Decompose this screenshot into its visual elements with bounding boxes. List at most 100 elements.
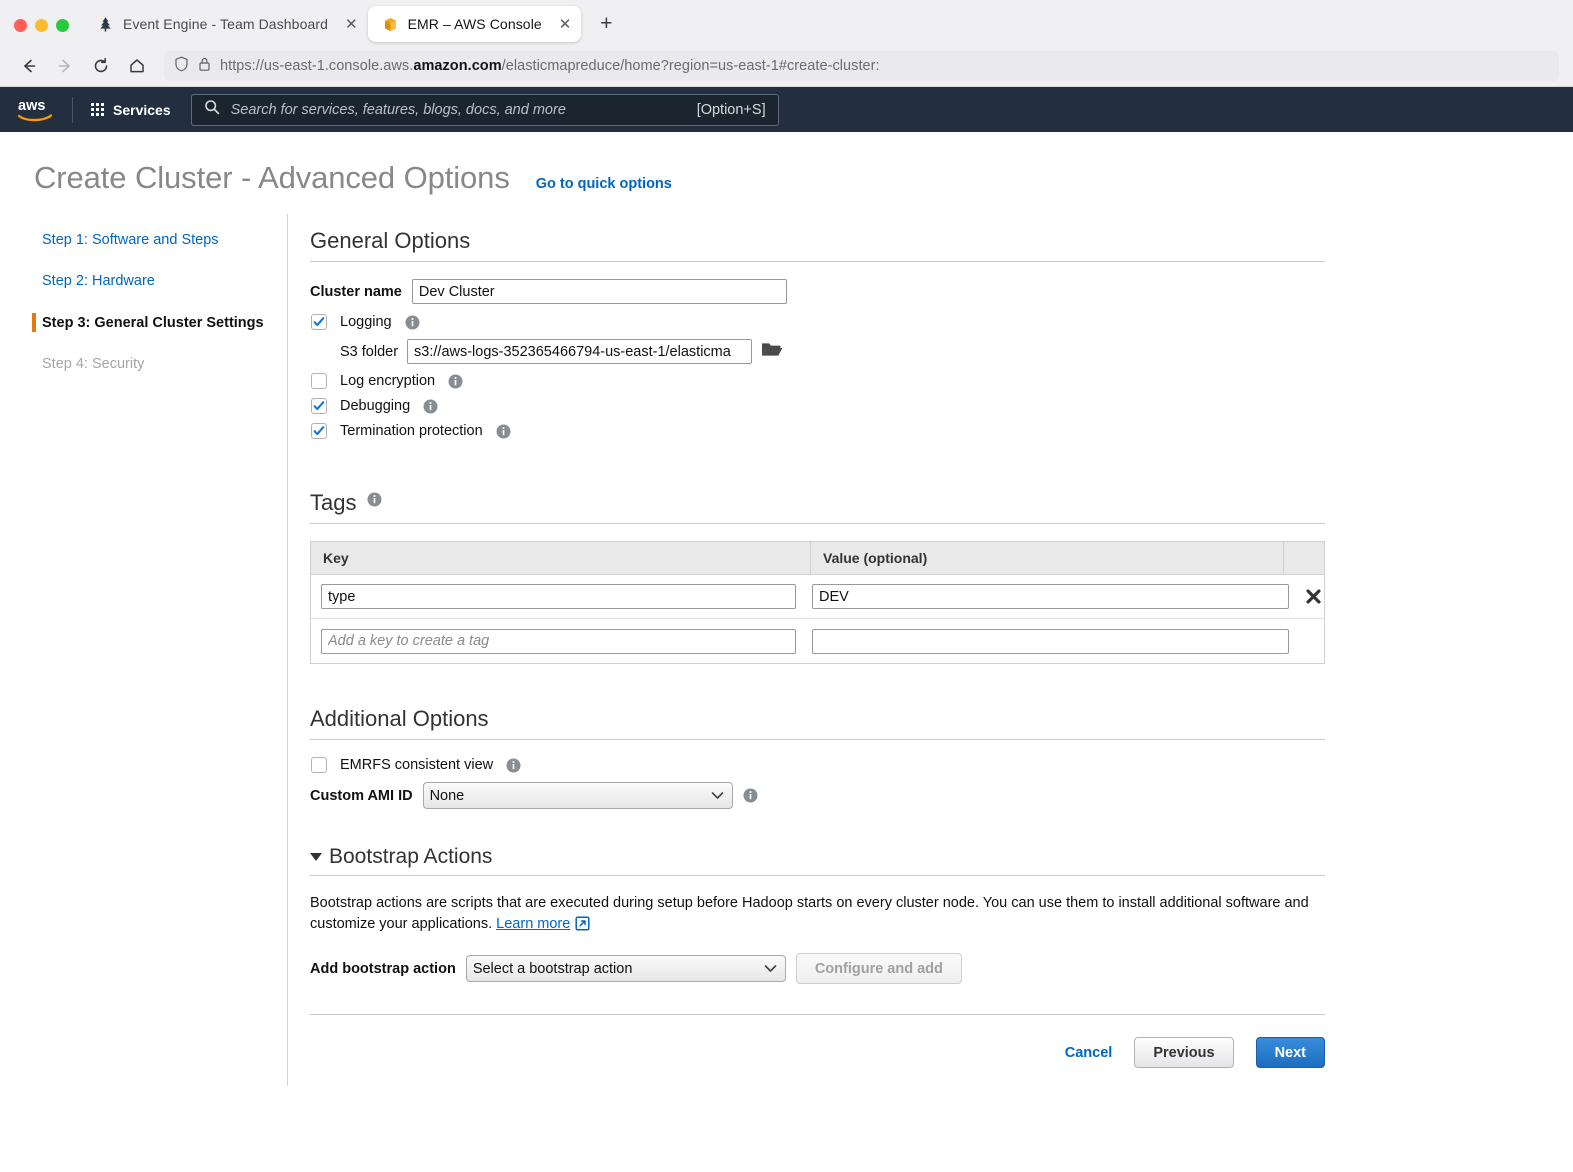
tab-title: EMR – AWS Console	[407, 16, 542, 32]
tab-close-button[interactable]: ✕	[559, 17, 572, 32]
page-header: Create Cluster - Advanced Options Go to …	[0, 132, 1573, 196]
services-label: Services	[113, 101, 171, 118]
bootstrap-actions-disclosure[interactable]: Bootstrap Actions	[310, 845, 1325, 869]
section-divider	[310, 875, 1325, 876]
table-row	[311, 619, 1324, 663]
tab-event-engine[interactable]: Event Engine - Team Dashboard ✕	[83, 6, 368, 42]
termination-protection-label: Termination protection	[340, 423, 483, 439]
navigation-bar: https://us-east-1.console.aws.amazon.com…	[0, 46, 1573, 86]
home-button[interactable]	[122, 51, 152, 81]
forward-button[interactable]	[50, 51, 80, 81]
orange-cube-icon	[382, 16, 399, 33]
sidebar-item-step-2[interactable]: Step 2: Hardware	[42, 273, 287, 290]
page-title: Create Cluster - Advanced Options	[34, 160, 510, 195]
bootstrap-actions-heading: Bootstrap Actions	[329, 845, 493, 868]
tag-value-input-1[interactable]	[812, 628, 1289, 654]
tags-column-key: Key	[311, 542, 811, 574]
bootstrap-description: Bootstrap actions are scripts that are e…	[310, 893, 1310, 937]
grid-icon	[91, 103, 104, 116]
new-tab-button[interactable]: +	[591, 9, 621, 39]
emrfs-consistent-view-label: EMRFS consistent view	[340, 757, 494, 773]
info-icon[interactable]	[367, 492, 382, 507]
info-icon[interactable]	[743, 788, 758, 803]
sidebar-item-step-3[interactable]: Step 3: General Cluster Settings	[32, 312, 287, 333]
go-to-quick-options-link[interactable]: Go to quick options	[536, 176, 672, 192]
tab-close-button[interactable]: ✕	[345, 17, 358, 32]
s3-folder-label: S3 folder	[340, 343, 399, 360]
tag-key-input-0[interactable]	[321, 584, 796, 609]
url-bar[interactable]: https://us-east-1.console.aws.amazon.com…	[164, 51, 1559, 81]
cluster-name-row: Cluster name	[310, 279, 1325, 304]
section-divider	[310, 739, 1325, 740]
info-icon[interactable]	[423, 399, 438, 414]
emrfs-consistent-view-row: EMRFS consistent view	[310, 757, 1325, 773]
tag-key-input-1[interactable]	[321, 628, 796, 654]
cluster-name-input[interactable]	[411, 279, 787, 304]
log-encryption-checkbox[interactable]	[311, 373, 327, 389]
svg-text:aws: aws	[18, 98, 45, 114]
sidebar-item-step-1[interactable]: Step 1: Software and Steps	[42, 232, 287, 249]
minimize-window-button[interactable]	[35, 19, 48, 32]
wizard-steps-sidebar: Step 1: Software and Steps Step 2: Hardw…	[0, 214, 288, 1086]
folder-open-icon[interactable]	[761, 340, 783, 364]
services-menu-button[interactable]: Services	[87, 97, 175, 123]
tags-table: Key Value (optional)	[310, 541, 1325, 664]
general-options-heading: General Options	[310, 228, 471, 253]
tag-value-input-0[interactable]	[812, 584, 1289, 609]
url-domain: amazon.com	[413, 58, 502, 74]
termination-protection-checkbox[interactable]	[311, 423, 327, 439]
custom-ami-label: Custom AMI ID	[310, 787, 413, 804]
info-icon[interactable]	[496, 424, 511, 439]
logging-row: Logging	[310, 314, 1325, 330]
close-window-button[interactable]	[14, 19, 27, 32]
debugging-checkbox[interactable]	[311, 398, 327, 414]
close-x-icon[interactable]	[1305, 588, 1322, 605]
previous-button[interactable]: Previous	[1134, 1037, 1234, 1069]
debugging-row: Debugging	[310, 398, 1325, 414]
info-icon[interactable]	[405, 315, 420, 330]
cancel-button[interactable]: Cancel	[1065, 1045, 1113, 1061]
tags-heading: Tags	[310, 490, 1325, 516]
log-encryption-label: Log encryption	[340, 373, 436, 389]
page-body: Create Cluster - Advanced Options Go to …	[0, 132, 1573, 1086]
lock-icon	[198, 56, 211, 77]
custom-ami-row: Custom AMI ID None	[310, 782, 1325, 809]
logging-label: Logging	[340, 314, 392, 330]
table-row	[311, 575, 1324, 619]
external-link-icon[interactable]	[575, 916, 590, 938]
custom-ami-select[interactable]: None	[422, 782, 733, 809]
main-panel: General Options Cluster name Logging	[288, 214, 1573, 1086]
log-encryption-row: Log encryption	[310, 373, 1325, 389]
bootstrap-action-select[interactable]: Select a bootstrap action	[465, 955, 786, 983]
reload-button[interactable]	[86, 51, 116, 81]
url-text: https://us-east-1.console.aws.amazon.com…	[220, 58, 880, 74]
global-search-input[interactable]: Search for services, features, blogs, do…	[190, 93, 779, 126]
tab-strip: Event Engine - Team Dashboard ✕ EMR – AW…	[0, 0, 1573, 46]
additional-options-heading: Additional Options	[310, 706, 489, 731]
configure-and-add-button[interactable]: Configure and add	[795, 953, 962, 985]
shield-icon	[174, 56, 189, 77]
tags-column-value: Value (optional)	[811, 542, 1284, 574]
add-bootstrap-action-label: Add bootstrap action	[310, 960, 456, 977]
learn-more-link[interactable]: Learn more	[496, 916, 570, 932]
pine-tree-icon	[97, 16, 114, 33]
info-icon[interactable]	[448, 374, 463, 389]
info-icon[interactable]	[506, 758, 521, 773]
logging-checkbox[interactable]	[311, 314, 327, 330]
search-shortcut-hint: [Option+S]	[696, 101, 766, 118]
footer-divider	[310, 1014, 1325, 1016]
header-divider	[72, 96, 73, 123]
section-divider	[310, 261, 1325, 262]
emrfs-consistent-view-checkbox[interactable]	[311, 757, 327, 773]
chevron-down-icon	[310, 853, 322, 861]
back-button[interactable]	[14, 51, 44, 81]
tags-table-header: Key Value (optional)	[311, 542, 1324, 575]
s3-folder-row: S3 folder	[340, 339, 1325, 364]
sidebar-item-step-4: Step 4: Security	[42, 356, 145, 373]
s3-folder-input[interactable]	[407, 339, 753, 364]
tab-emr-aws-console[interactable]: EMR – AWS Console ✕	[367, 6, 582, 42]
next-button[interactable]: Next	[1255, 1037, 1325, 1069]
termination-protection-row: Termination protection	[310, 423, 1325, 439]
maximize-window-button[interactable]	[56, 19, 69, 32]
aws-logo-icon[interactable]: aws	[14, 96, 58, 124]
